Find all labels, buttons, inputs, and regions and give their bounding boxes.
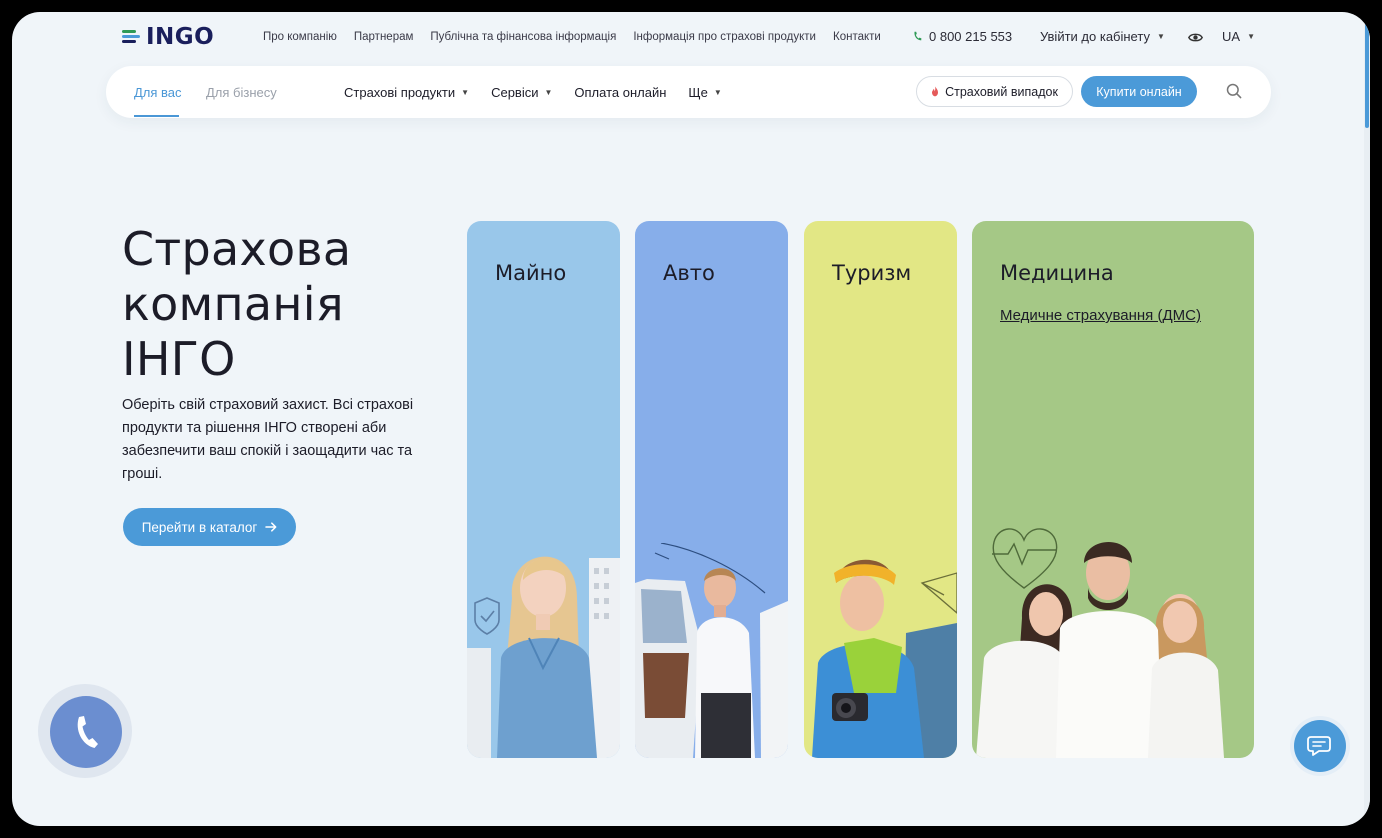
search-icon — [1226, 83, 1242, 99]
card-title: Авто — [663, 261, 715, 285]
arrow-right-icon — [265, 522, 277, 532]
menu-pay-online[interactable]: Оплата онлайн — [574, 85, 666, 100]
top-link-contacts[interactable]: Контакти — [833, 31, 881, 43]
main-nav: Для вас Для бізнесу Страхові продукти ▼ С… — [106, 66, 1271, 118]
menu-insurance-products[interactable]: Страхові продукти ▼ — [344, 85, 469, 100]
category-card-auto[interactable]: Авто — [635, 221, 788, 758]
medical-insurance-link[interactable]: Медичне страхування (ДМС) — [1000, 307, 1201, 324]
eye-icon — [1188, 33, 1203, 42]
card-title: Медицина — [1000, 261, 1114, 285]
logo[interactable]: INGO — [122, 24, 214, 50]
phone-icon — [914, 31, 922, 41]
tourism-illustration — [812, 559, 957, 758]
tab-for-business[interactable]: Для бізнесу — [206, 85, 277, 100]
chevron-down-icon: ▼ — [1247, 32, 1255, 41]
card-title: Туризм — [832, 261, 912, 285]
medicine-illustration — [976, 528, 1224, 758]
logo-text: INGO — [146, 24, 215, 50]
hero-title: Страхова компанія ІНГО — [122, 222, 351, 387]
call-icon — [77, 716, 98, 748]
menu-more[interactable]: Ще ▼ — [688, 85, 721, 100]
logo-mark-icon — [122, 28, 140, 46]
cabinet-label: Увійти до кабінету — [1040, 29, 1150, 44]
chevron-down-icon: ▼ — [1156, 32, 1165, 41]
top-link-public-info[interactable]: Публічна та фінансова інформація — [430, 31, 616, 43]
chevron-down-icon: ▼ — [713, 88, 722, 97]
category-card-tourism[interactable]: Туризм — [804, 221, 957, 758]
accessibility-toggle[interactable] — [1188, 30, 1203, 48]
flame-icon — [932, 86, 939, 97]
catalog-button-label: Перейти в каталог — [141, 519, 258, 535]
search-button[interactable] — [1226, 83, 1242, 104]
buy-online-button[interactable]: Купити онлайн — [1081, 76, 1197, 107]
property-illustration — [467, 556, 620, 758]
menu-services[interactable]: Сервіси ▼ — [491, 85, 552, 100]
scrollbar[interactable] — [1364, 12, 1370, 826]
hero-title-line: ІНГО — [122, 332, 236, 386]
top-link-product-info[interactable]: Інформація про страхові продукти — [633, 31, 816, 43]
card-title: Майно — [495, 261, 567, 285]
tab-for-you[interactable]: Для вас — [134, 85, 182, 100]
insurance-case-button[interactable]: Страховий випадок — [916, 76, 1073, 107]
chevron-down-icon: ▼ — [461, 88, 470, 97]
language-selector[interactable]: UA ▼ — [1222, 29, 1255, 44]
top-link-partners[interactable]: Партнерам — [354, 31, 414, 43]
phone-link[interactable]: 0 800 215 553 — [913, 29, 1012, 44]
phone-number: 0 800 215 553 — [929, 29, 1013, 44]
category-card-medicine[interactable]: Медицина Медичне страхування (ДМС) — [972, 221, 1254, 758]
top-links: Про компанію Партнерам Публічна та фінан… — [263, 31, 881, 43]
hero-description: Оберіть свій страховий захист. Всі страх… — [122, 397, 414, 482]
call-button[interactable] — [50, 696, 122, 768]
chat-button[interactable] — [1294, 720, 1346, 772]
hero-title-line: Страхова — [122, 222, 352, 276]
chat-icon — [1307, 736, 1331, 756]
language-label: UA — [1222, 29, 1241, 44]
insurance-case-label: Страховий випадок — [945, 84, 1058, 99]
top-link-about[interactable]: Про компанію — [263, 31, 337, 43]
category-card-property[interactable]: Майно — [467, 221, 620, 758]
hero-title-line: компанія — [122, 277, 344, 331]
catalog-button[interactable]: Перейти в каталог — [123, 508, 296, 546]
cabinet-dropdown[interactable]: Увійти до кабінету ▼ — [1040, 29, 1165, 44]
auto-illustration — [635, 543, 788, 758]
top-bar: INGO Про компанію Партнерам Публічна та … — [12, 12, 1370, 62]
chevron-down-icon: ▼ — [544, 88, 553, 97]
nav-menu: Страхові продукти ▼ Сервіси ▼ Оплата онлай… — [344, 85, 722, 100]
active-tab-indicator — [134, 115, 179, 117]
browser-frame: INGO Про компанію Партнерам Публічна та … — [12, 12, 1370, 826]
